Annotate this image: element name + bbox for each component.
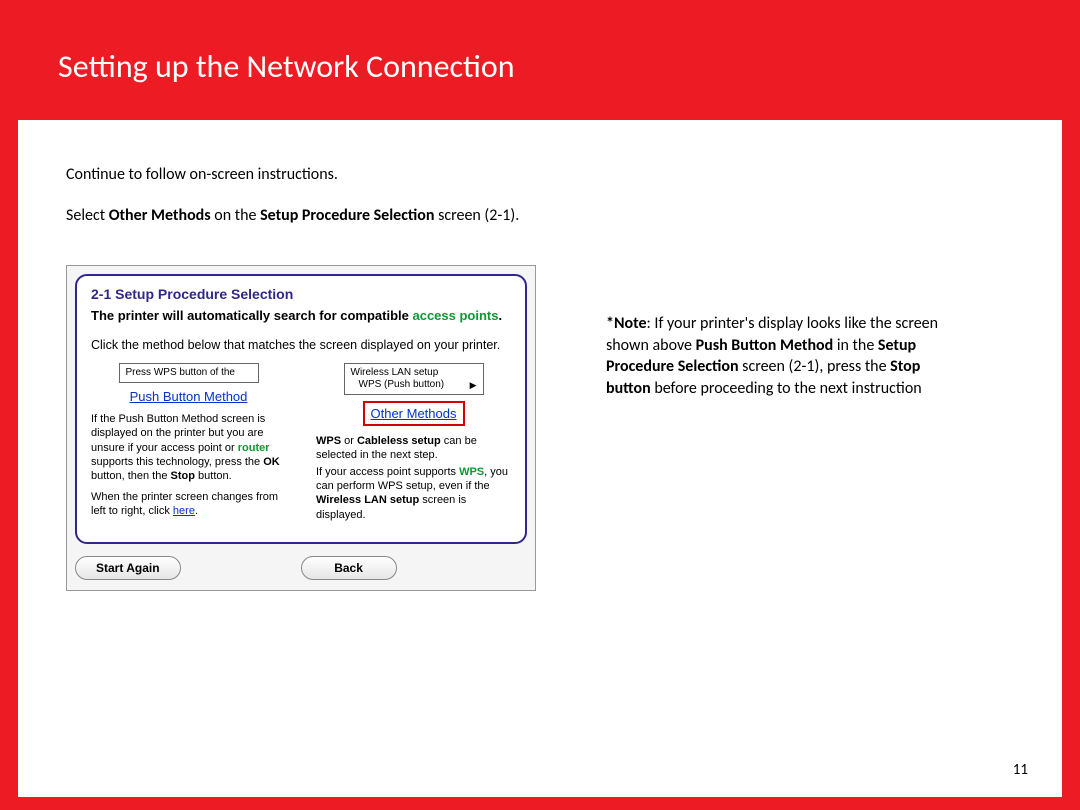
text-green: router <box>238 442 270 454</box>
text: screen (2-1), press the <box>739 357 891 376</box>
start-again-button[interactable]: Start Again <box>75 556 181 580</box>
panel-subheading: The printer will automatically search fo… <box>91 308 511 325</box>
text-bold: Wireless LAN setup <box>316 494 419 506</box>
intro-line-1: Continue to follow on-screen instruction… <box>66 165 1014 184</box>
slide: Setting up the Network Connection Contin… <box>18 12 1062 797</box>
title-bar: Setting up the Network Connection <box>18 12 1062 120</box>
method-desc-right: WPS or Cableless setup can be selected i… <box>316 434 511 522</box>
text: If your access point supports <box>316 466 459 478</box>
text-bold: Other Methods <box>109 206 211 225</box>
lcd-text: Wireless LAN setup <box>351 367 477 379</box>
text-bold: Setup Procedure Selection <box>260 206 434 225</box>
text-bold: Stop <box>171 470 195 482</box>
intro-line-2: Select Other Methods on the Setup Proced… <box>66 206 1014 225</box>
content-area: Continue to follow on-screen instruction… <box>18 120 1062 797</box>
lcd-text: Press WPS button of the <box>126 367 252 379</box>
setup-panel: 2-1 Setup Procedure Selection The printe… <box>75 274 527 544</box>
highlight-box: Other Methods <box>363 401 465 426</box>
side-note: *Note: If your printer's display looks l… <box>606 313 961 399</box>
other-methods-link[interactable]: Other Methods <box>371 406 457 421</box>
text: or <box>341 435 357 447</box>
text: button, then the <box>91 470 171 482</box>
methods-row: Press WPS button of the Push Button Meth… <box>91 363 511 522</box>
text-bold: OK <box>263 456 280 468</box>
back-button[interactable]: Back <box>301 556 397 580</box>
screenshot-figure: 2-1 Setup Procedure Selection The printe… <box>66 265 536 591</box>
text: before proceeding to the next instructio… <box>651 379 922 398</box>
text: screen (2-1). <box>434 206 519 225</box>
text: . <box>498 308 502 323</box>
text: The printer will automatically search fo… <box>91 308 412 323</box>
text-bold: Push Button Method <box>696 336 834 355</box>
text: button. <box>195 470 232 482</box>
lcd-preview-left: Press WPS button of the <box>119 363 259 383</box>
text: supports this technology, press the <box>91 456 263 468</box>
text-green: WPS <box>459 466 484 478</box>
triangle-right-icon: ▶ <box>470 380 477 391</box>
text: Select <box>66 206 109 225</box>
method-other: Wireless LAN setup WPS (Push button) ▶ Ot… <box>316 363 511 522</box>
text: in the <box>833 336 878 355</box>
page-number: 11 <box>1013 761 1028 779</box>
text-bold: Cableless setup <box>357 435 441 447</box>
button-row: Start Again Back <box>75 552 527 582</box>
page-title: Setting up the Network Connection <box>58 47 515 86</box>
method-desc-left: If the Push Button Method screen is disp… <box>91 412 286 518</box>
panel-instruction: Click the method below that matches the … <box>91 337 511 353</box>
text: . <box>195 505 198 517</box>
method-push-button: Press WPS button of the Push Button Meth… <box>91 363 286 522</box>
content-row: 2-1 Setup Procedure Selection The printe… <box>66 265 1014 591</box>
here-link[interactable]: here <box>173 505 195 517</box>
lcd-preview-right: Wireless LAN setup WPS (Push button) ▶ <box>344 363 484 395</box>
lcd-row2: WPS (Push button) ▶ <box>351 379 477 391</box>
text-green: access points <box>412 308 498 323</box>
lcd-text: WPS (Push button) <box>359 379 445 391</box>
text: on the <box>211 206 260 225</box>
push-button-method-link[interactable]: Push Button Method <box>130 389 248 404</box>
panel-heading: 2-1 Setup Procedure Selection <box>91 286 511 302</box>
text-bold: *Note <box>606 314 647 333</box>
text-bold: WPS <box>316 435 341 447</box>
